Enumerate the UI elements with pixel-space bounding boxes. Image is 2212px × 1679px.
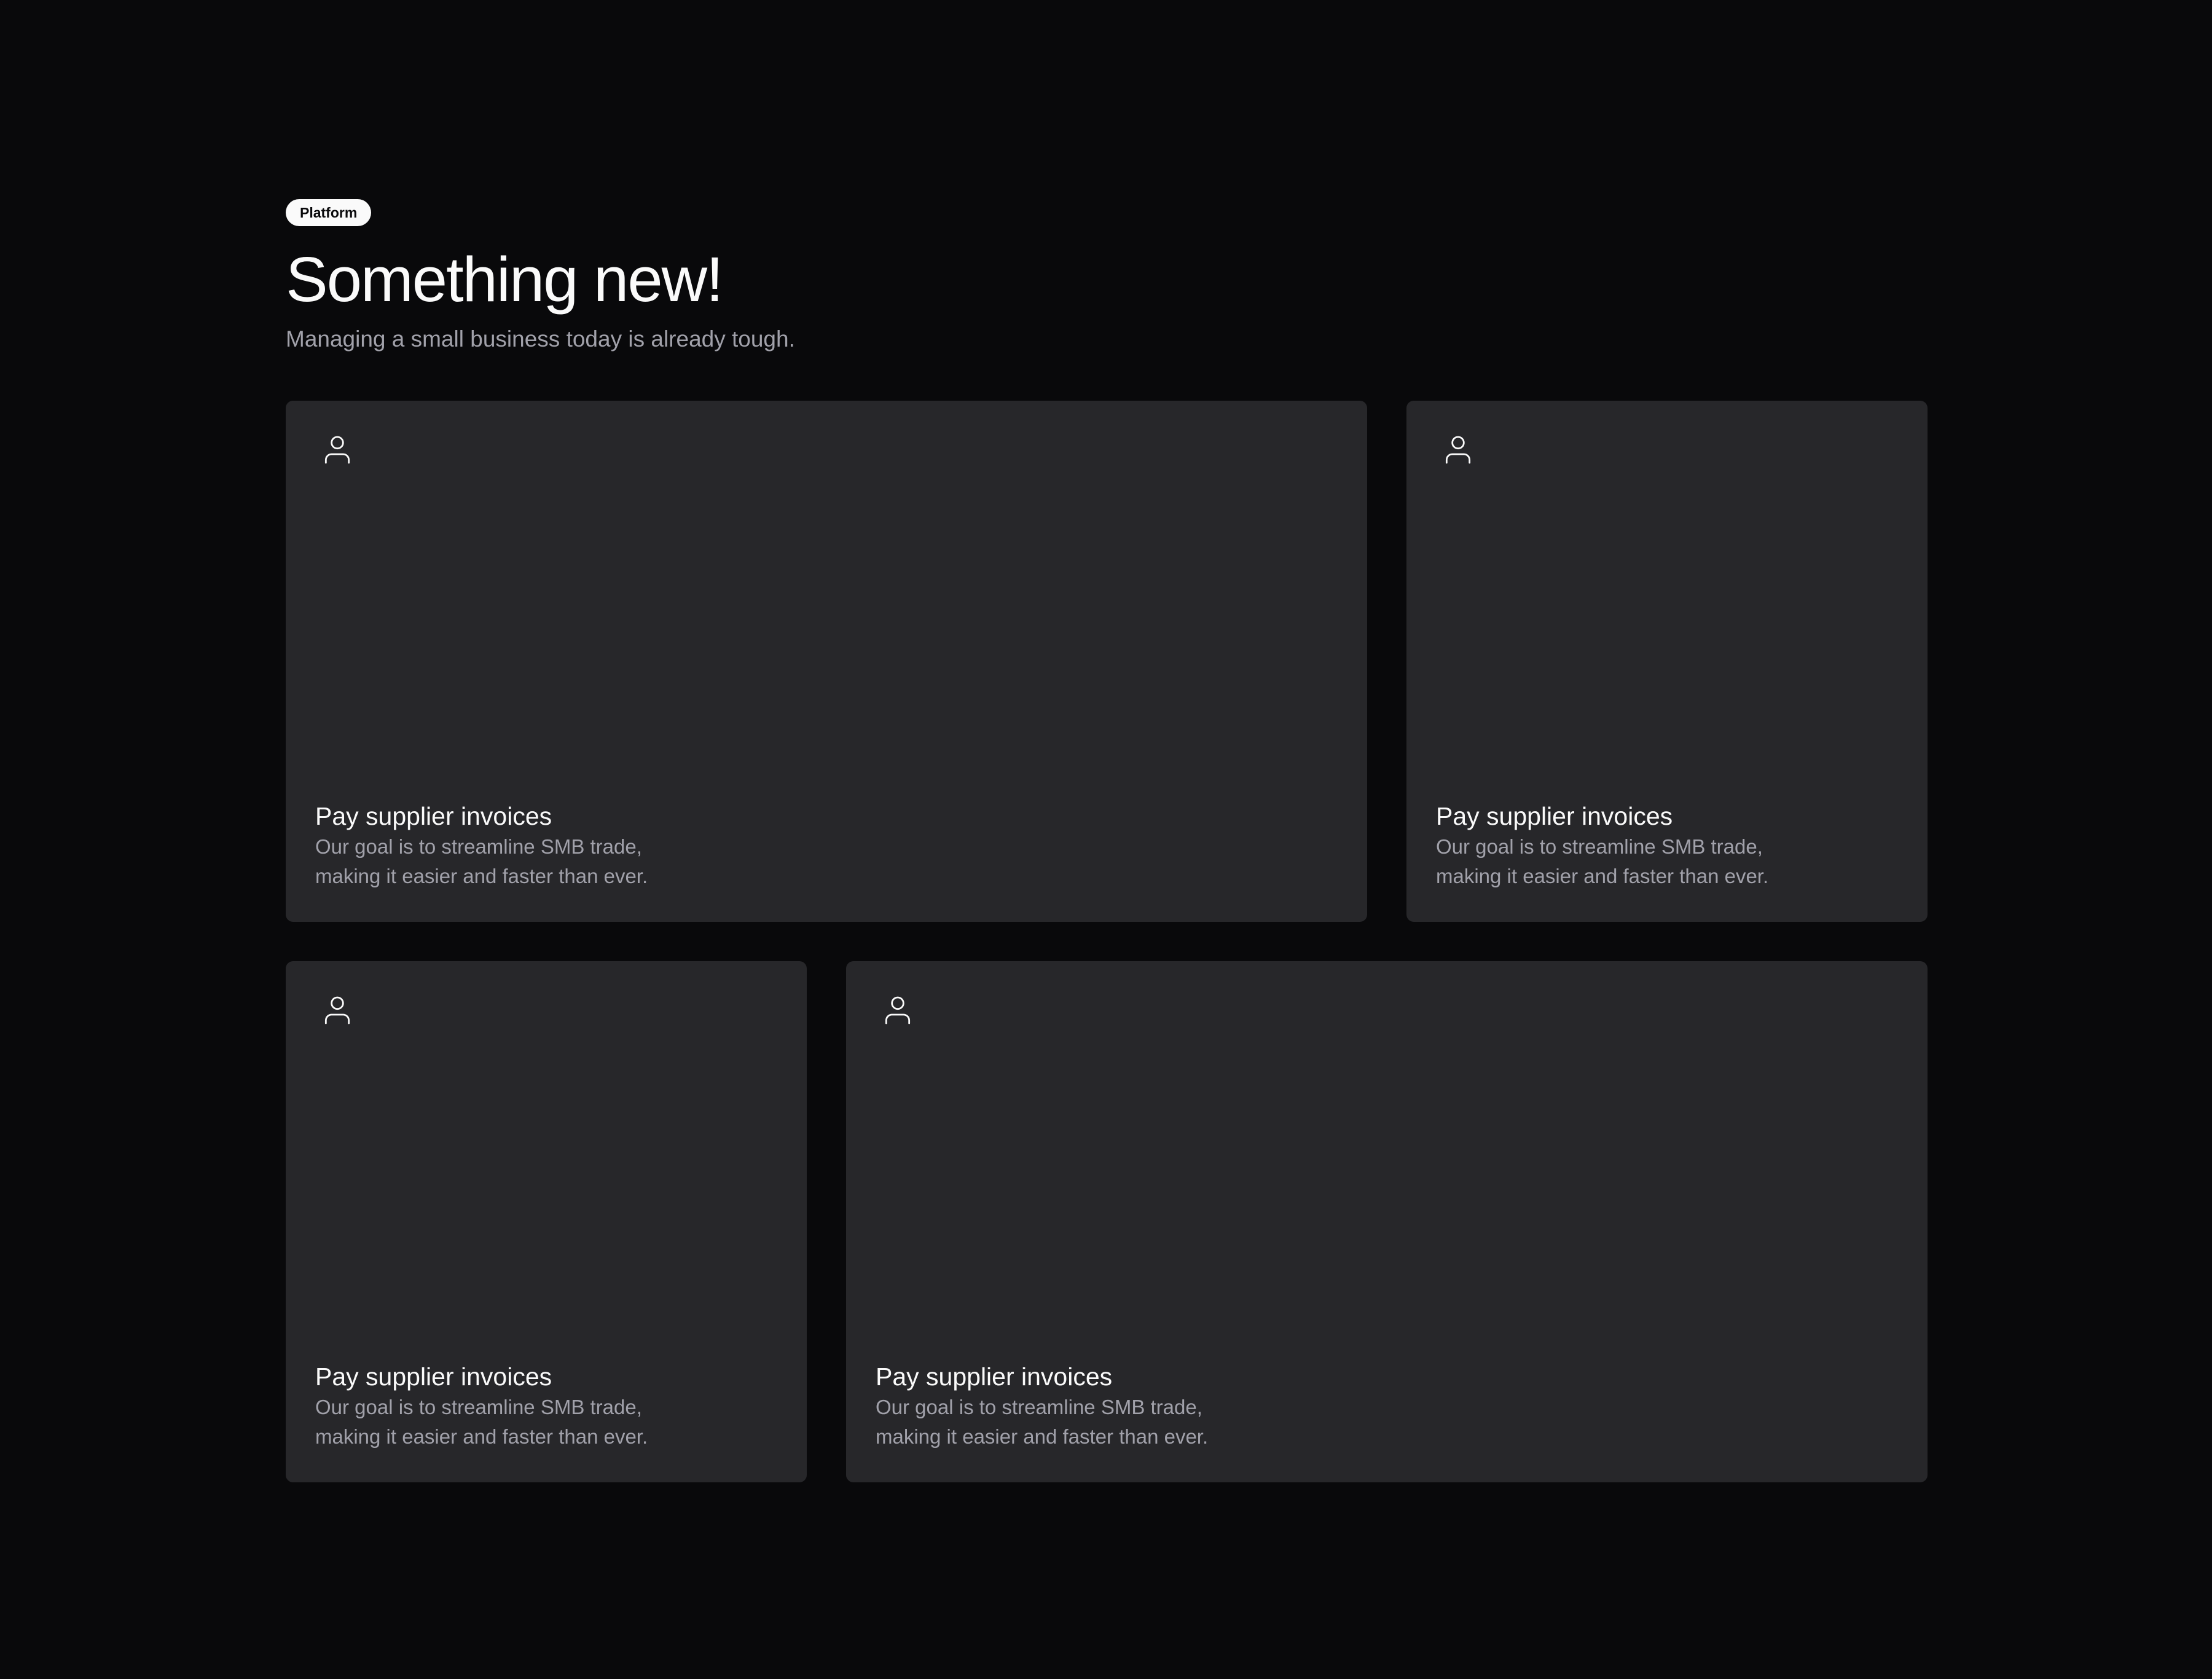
user-icon — [320, 433, 355, 467]
page-title: Something new! — [286, 244, 724, 315]
card-description: Our goal is to streamline SMB trade, mak… — [876, 1396, 1209, 1448]
feature-row: Pay supplier invoices Our goal is to str… — [286, 961, 1928, 1482]
card-body: Pay supplier invoices Our goal is to str… — [315, 1361, 648, 1452]
header-section: Platform Something new! Managing a small… — [286, 199, 1928, 354]
feature-card: Pay supplier invoices Our goal is to str… — [846, 961, 1928, 1482]
user-icon — [320, 993, 355, 1028]
feature-grid: Pay supplier invoices Our goal is to str… — [286, 401, 1928, 1482]
feature-card: Pay supplier invoices Our goal is to str… — [1406, 401, 1928, 922]
card-body: Pay supplier invoices Our goal is to str… — [876, 1361, 1208, 1452]
user-icon — [880, 993, 915, 1028]
card-title: Pay supplier invoices — [315, 802, 552, 830]
card-description: Our goal is to streamline SMB trade, mak… — [1436, 835, 1769, 887]
card-title: Pay supplier invoices — [315, 1362, 552, 1391]
user-icon — [1441, 433, 1475, 467]
card-body: Pay supplier invoices Our goal is to str… — [1436, 800, 1768, 891]
card-title: Pay supplier invoices — [1436, 802, 1673, 830]
card-description: Our goal is to streamline SMB trade, mak… — [315, 835, 648, 887]
card-description: Our goal is to streamline SMB trade, mak… — [315, 1396, 648, 1448]
feature-card: Pay supplier invoices Our goal is to str… — [286, 961, 807, 1482]
feature-card: Pay supplier invoices Our goal is to str… — [286, 401, 1367, 922]
feature-row: Pay supplier invoices Our goal is to str… — [286, 401, 1928, 922]
card-title: Pay supplier invoices — [876, 1362, 1113, 1391]
card-body: Pay supplier invoices Our goal is to str… — [315, 800, 648, 891]
platform-badge: Platform — [286, 199, 372, 226]
page-subtitle: Managing a small business today is alrea… — [286, 326, 795, 352]
